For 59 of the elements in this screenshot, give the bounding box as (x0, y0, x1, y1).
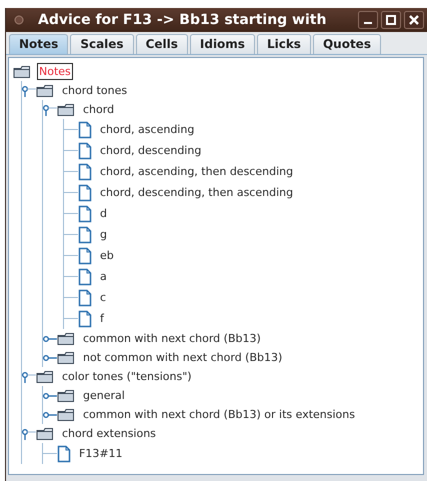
folder-icon (36, 426, 54, 440)
collapsed-handle-icon[interactable] (43, 410, 57, 418)
window-title: Advice for F13 -> Bb13 starting with (37, 12, 328, 28)
document-icon (78, 184, 92, 202)
tab[interactable]: Licks (256, 34, 311, 54)
expanded-handle-icon[interactable] (22, 370, 36, 382)
document-icon (78, 120, 92, 138)
document-icon (78, 162, 92, 180)
document-icon (78, 310, 92, 328)
folder-icon (57, 388, 75, 402)
tree-item[interactable]: f (98, 310, 106, 327)
maximize-icon[interactable] (381, 11, 401, 29)
document-icon (57, 444, 71, 462)
tab[interactable]: Scales (70, 34, 134, 54)
tree-folder[interactable]: general (81, 387, 127, 404)
folder-icon (57, 332, 75, 346)
tab[interactable]: Notes (9, 34, 68, 54)
expanded-handle-icon[interactable] (22, 428, 36, 440)
collapsed-handle-icon[interactable] (43, 392, 57, 400)
document-icon (78, 142, 92, 160)
folder-icon (36, 370, 54, 384)
expanded-handle-icon[interactable] (22, 84, 36, 96)
tree-item[interactable]: eb (98, 247, 116, 264)
document-icon (78, 288, 92, 306)
tree-folder[interactable]: chord (81, 101, 116, 118)
window-menu-icon[interactable] (14, 15, 24, 25)
folder-icon (13, 64, 31, 78)
document-icon (78, 246, 92, 264)
collapsed-handle-icon[interactable] (43, 334, 57, 342)
tree-folder[interactable]: not common with next chord (Bb13) (81, 349, 284, 366)
folder-icon (57, 408, 75, 422)
tree-folder[interactable]: chord tones (60, 82, 130, 99)
document-icon (78, 226, 92, 244)
tab[interactable]: Idioms (190, 34, 255, 54)
tree-item[interactable]: F13#11 (77, 445, 125, 462)
tree-folder[interactable]: Notes (37, 63, 73, 80)
collapsed-handle-icon[interactable] (43, 354, 57, 362)
tree-folder[interactable]: chord extensions (60, 425, 158, 442)
tree-item[interactable]: chord, descending, then ascending (98, 184, 296, 201)
tree-item[interactable]: chord, descending (98, 142, 204, 159)
expanded-handle-icon[interactable] (43, 104, 57, 116)
document-icon (78, 204, 92, 222)
tree-folder[interactable]: common with next chord (Bb13) (81, 330, 263, 347)
tab[interactable]: Cells (136, 34, 188, 54)
folder-icon (57, 102, 75, 116)
close-icon[interactable] (404, 11, 424, 29)
tree-item[interactable]: c (98, 289, 108, 306)
folder-icon (36, 84, 54, 98)
tree-folder[interactable]: common with next chord (Bb13) or its extensions (81, 406, 357, 423)
tree-item[interactable]: g (98, 226, 109, 243)
tree-item[interactable]: a (98, 268, 109, 285)
document-icon (78, 268, 92, 286)
tab[interactable]: Quotes (312, 34, 381, 54)
tree-folder[interactable]: color tones ("tensions") (60, 368, 194, 385)
tree-item[interactable]: chord, ascending, then descending (98, 163, 296, 180)
tree-item[interactable]: chord, ascending (98, 121, 196, 138)
tree-item[interactable]: d (98, 205, 109, 222)
minimize-icon[interactable] (358, 11, 378, 29)
folder-icon (57, 350, 75, 364)
